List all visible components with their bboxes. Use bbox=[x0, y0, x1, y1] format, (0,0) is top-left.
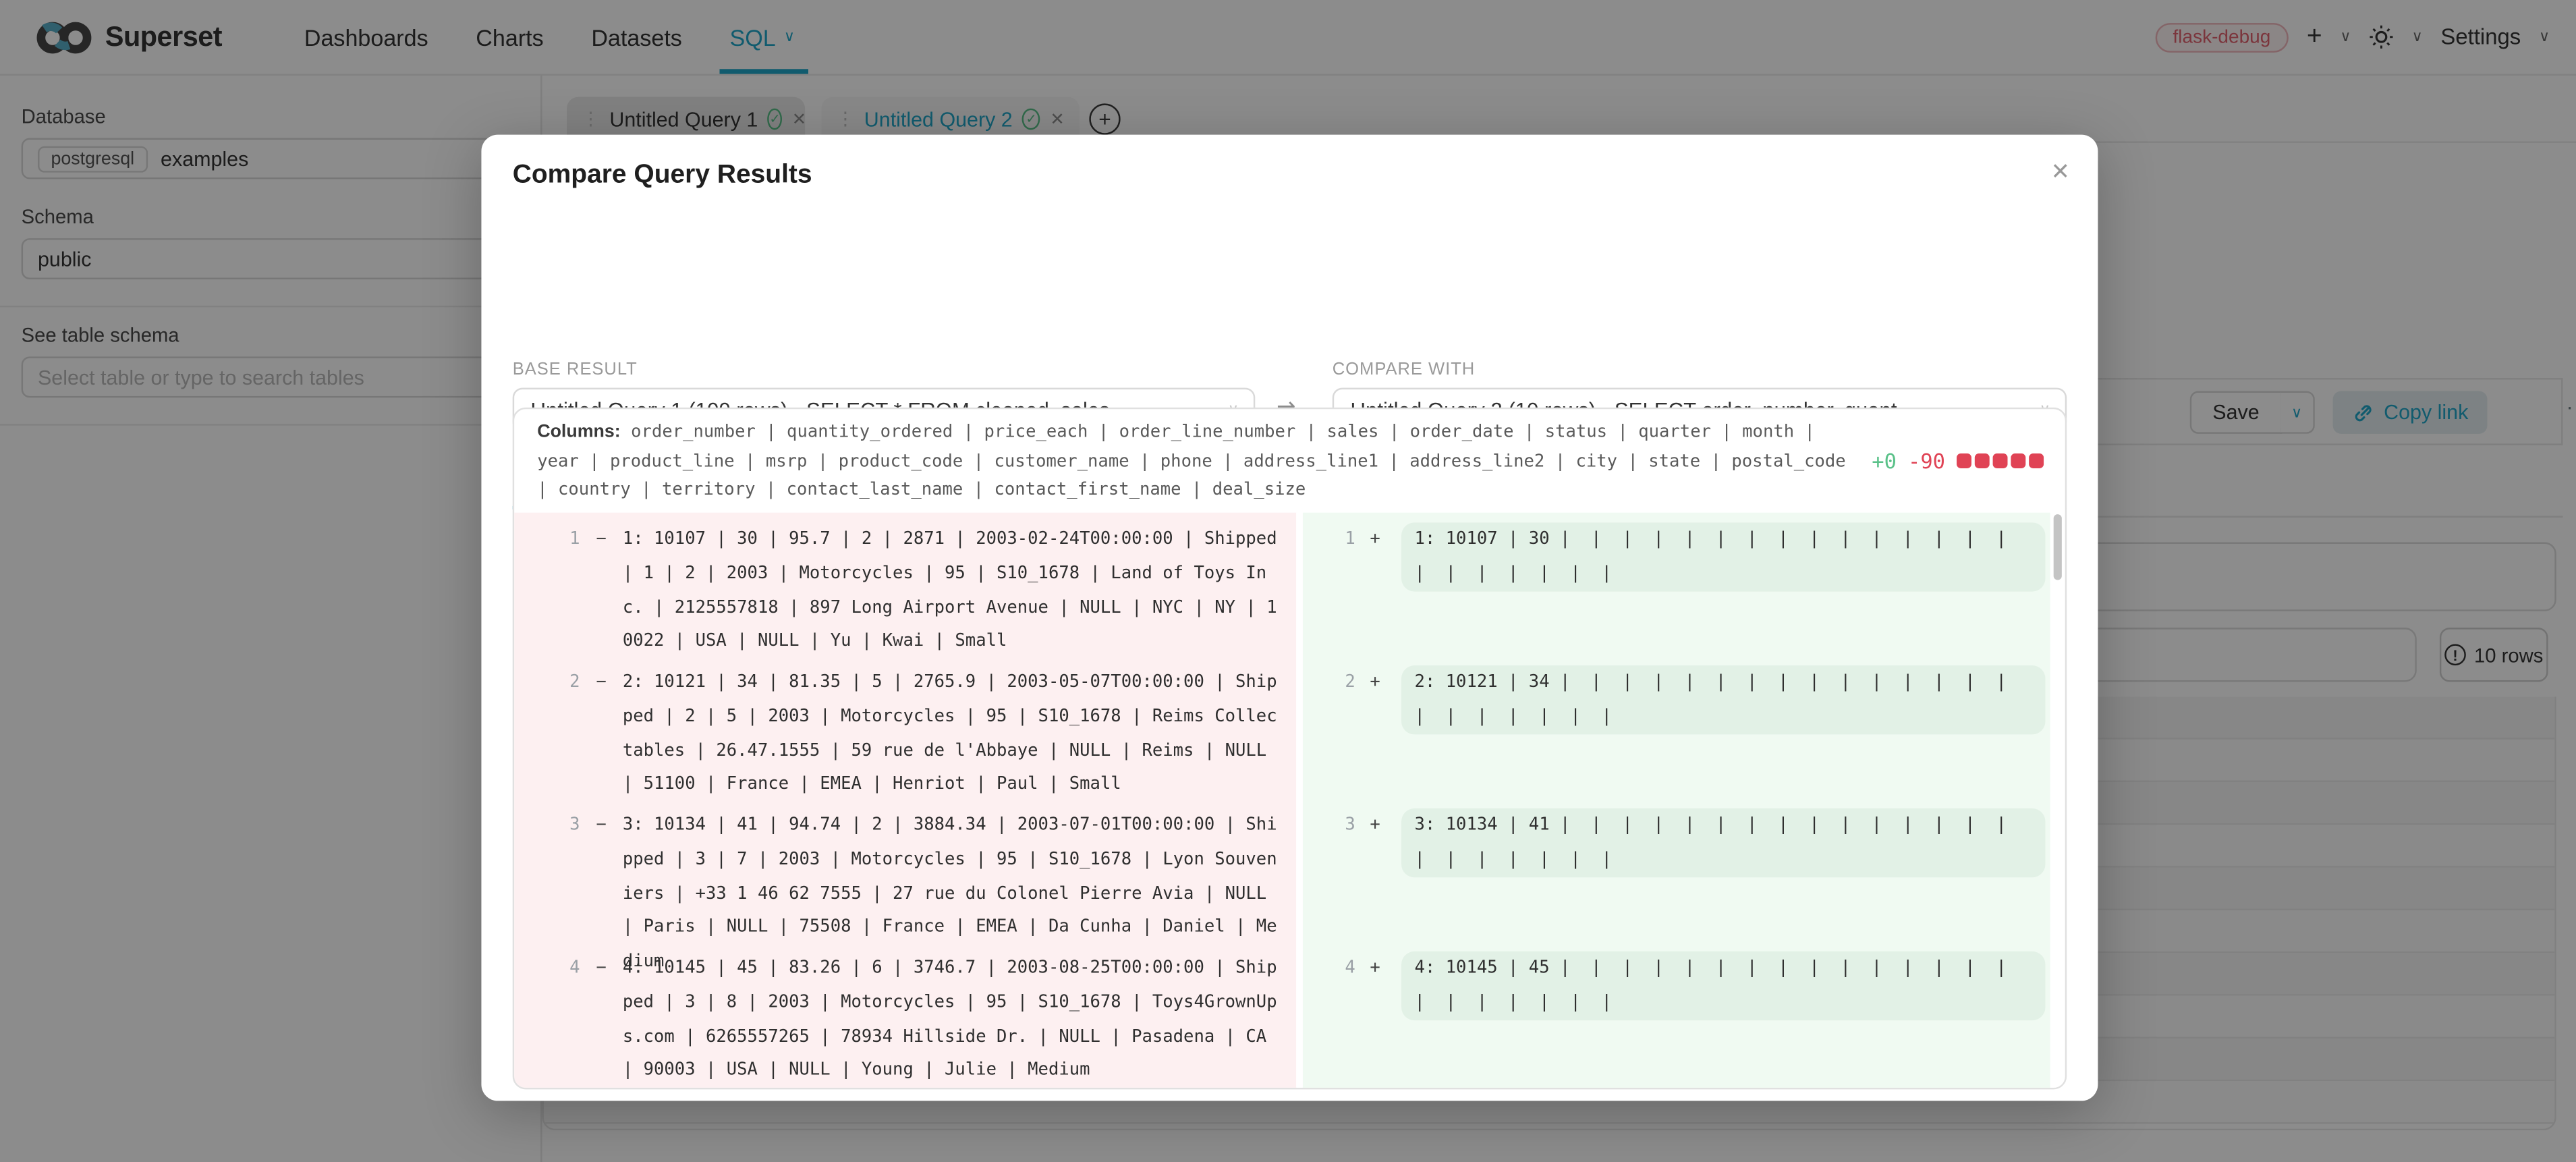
plus-marker: + bbox=[1355, 951, 1395, 986]
line-number: 2 bbox=[514, 665, 580, 700]
viewport: Superset Dashboards Charts Datasets SQL … bbox=[0, 0, 2576, 1162]
diff-scrollbar[interactable] bbox=[2050, 513, 2065, 1088]
base-result-label: BASE RESULT bbox=[513, 360, 638, 379]
added-row-text: 3: 10134 | 41 | | | | | | | | | | | | | … bbox=[1401, 808, 2046, 877]
diff-pane-compare[interactable]: 1 + 1: 10107 | 30 | | | | | | | | | | | … bbox=[1303, 513, 2050, 1088]
close-icon[interactable]: ✕ bbox=[2050, 158, 2070, 186]
diff-row-removed: 1 − 1: 10107 | 30 | 95.7 | 2 | 2871 | 20… bbox=[514, 522, 1296, 665]
compare-query-results-modal: Compare Query Results ✕ BASE RESULT COMP… bbox=[481, 135, 2098, 1101]
diff-row-added: 3 + 3: 10134 | 41 | | | | | | | | | | | … bbox=[1303, 808, 2050, 951]
columns-label: Columns: bbox=[537, 422, 621, 442]
plus-marker: + bbox=[1355, 808, 1395, 843]
minus-marker: − bbox=[580, 951, 623, 986]
added-row-text: 2: 10121 | 34 | | | | | | | | | | | | | … bbox=[1401, 665, 2046, 734]
line-number: 1 bbox=[1303, 522, 1355, 557]
diff-container: Columns: order_number | quantity_ordered… bbox=[513, 408, 2067, 1090]
diff-row-added: 2 + 2: 10121 | 34 | | | | | | | | | | | … bbox=[1303, 665, 2050, 808]
minus-marker: − bbox=[580, 522, 623, 557]
diff-stats: +0 -90 bbox=[1872, 449, 2044, 474]
line-number: 1 bbox=[514, 522, 580, 557]
line-number: 3 bbox=[514, 808, 580, 843]
columns-list: order_number | quantity_ordered | price_… bbox=[537, 422, 1845, 499]
compare-with-label: COMPARE WITH bbox=[1333, 360, 1475, 379]
diff-row-added: 4 + 4: 10145 | 45 | | | | | | | | | | | … bbox=[1303, 951, 2050, 1090]
diff-row-removed: 3 − 3: 10134 | 41 | 94.74 | 2 | 3884.34 … bbox=[514, 808, 1296, 951]
removed-count: -90 bbox=[1908, 449, 1945, 474]
plus-marker: + bbox=[1355, 522, 1395, 557]
removed-row-text: 4: 10145 | 45 | 83.26 | 6 | 3746.7 | 200… bbox=[623, 951, 1283, 1088]
scrollbar-thumb[interactable] bbox=[2054, 514, 2062, 580]
minus-marker: − bbox=[580, 808, 623, 843]
columns-header: Columns: order_number | quantity_ordered… bbox=[514, 409, 1878, 511]
diff-pane-base[interactable]: 1 − 1: 10107 | 30 | 95.7 | 2 | 2871 | 20… bbox=[514, 513, 1296, 1088]
removed-row-text: 2: 10121 | 34 | 81.35 | 5 | 2765.9 | 200… bbox=[623, 665, 1283, 802]
added-row-text: 4: 10145 | 45 | | | | | | | | | | | | | … bbox=[1401, 951, 2046, 1020]
line-number: 4 bbox=[1303, 951, 1355, 986]
added-row-text: 1: 10107 | 30 | | | | | | | | | | | | | … bbox=[1401, 522, 2046, 590]
diff-row-removed: 2 − 2: 10121 | 34 | 81.35 | 5 | 2765.9 |… bbox=[514, 665, 1296, 808]
diff-row-removed: 4 − 4: 10145 | 45 | 83.26 | 6 | 3746.7 |… bbox=[514, 951, 1296, 1090]
minus-marker: − bbox=[580, 665, 623, 700]
diffstat-blocks-icon bbox=[1957, 453, 2044, 468]
pane-divider bbox=[1296, 513, 1303, 1088]
line-number: 2 bbox=[1303, 665, 1355, 700]
modal-title: Compare Query Results bbox=[513, 161, 812, 191]
line-number: 4 bbox=[514, 951, 580, 986]
added-count: +0 bbox=[1872, 449, 1897, 474]
diff-row-added: 1 + 1: 10107 | 30 | | | | | | | | | | | … bbox=[1303, 522, 2050, 665]
diff-panes: 1 − 1: 10107 | 30 | 95.7 | 2 | 2871 | 20… bbox=[514, 513, 2065, 1088]
removed-row-text: 1: 10107 | 30 | 95.7 | 2 | 2871 | 2003-0… bbox=[623, 522, 1283, 659]
plus-marker: + bbox=[1355, 665, 1395, 700]
line-number: 3 bbox=[1303, 808, 1355, 843]
